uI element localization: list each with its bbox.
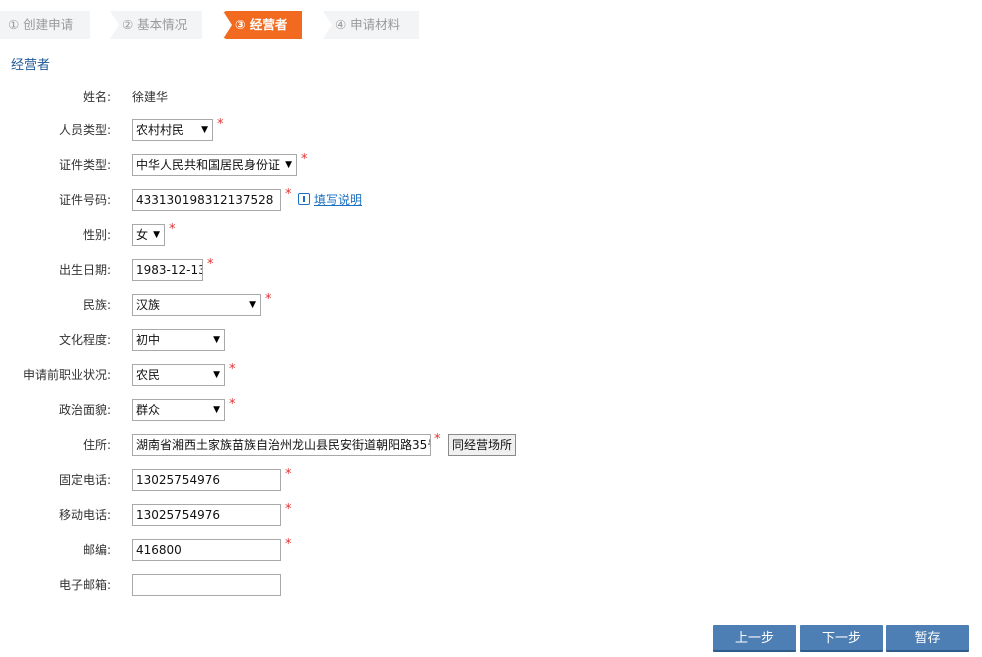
required-mark: * bbox=[301, 152, 308, 167]
mobile-label: 移动电话: bbox=[58, 508, 111, 522]
chevron-down-icon: ▼ bbox=[153, 230, 160, 240]
step-materials[interactable]: ④ 申请材料 bbox=[323, 11, 419, 39]
person-type-select[interactable]: 农村村民 ▼ bbox=[132, 119, 213, 141]
fill-instructions-link[interactable]: 填写说明 bbox=[298, 189, 362, 211]
prev-step-button[interactable]: 上一步 bbox=[713, 625, 796, 652]
row-email: 电子邮箱: bbox=[0, 574, 982, 596]
row-gender: 性别: 女 ▼ * bbox=[0, 222, 982, 246]
chevron-down-icon: ▼ bbox=[213, 335, 220, 345]
prior-occupation-select[interactable]: 农民 ▼ bbox=[132, 364, 225, 386]
ethnicity-select[interactable]: 汉族 ▼ bbox=[132, 294, 261, 316]
required-mark: * bbox=[169, 222, 176, 237]
mobile-input[interactable]: 13025754976 bbox=[132, 504, 281, 526]
row-political-status: 政治面貌: 群众 ▼ * bbox=[0, 397, 982, 421]
row-landline: 固定电话: 13025754976 * bbox=[0, 467, 982, 491]
id-type-label: 证件类型: bbox=[58, 158, 111, 172]
required-mark: * bbox=[285, 502, 292, 517]
row-person-type: 人员类型: 农村村民 ▼ * bbox=[0, 117, 982, 141]
landline-label: 固定电话: bbox=[58, 473, 111, 487]
step-progress: ① 创建申请 ② 基本情况 ③ 经营者 ④ 申请材料 bbox=[0, 11, 440, 39]
email-input[interactable] bbox=[132, 574, 281, 596]
chevron-down-icon: ▼ bbox=[213, 405, 220, 415]
step-create-application[interactable]: ① 创建申请 bbox=[0, 11, 90, 39]
postcode-input[interactable]: 416800 bbox=[132, 539, 281, 561]
gender-select[interactable]: 女 ▼ bbox=[132, 224, 165, 246]
next-step-button[interactable]: 下一步 bbox=[800, 625, 883, 652]
gender-label: 性别: bbox=[82, 228, 111, 242]
section-title: 经营者 bbox=[11, 58, 51, 73]
row-id-type: 证件类型: 中华人民共和国居民身份证 ▼ * bbox=[0, 152, 982, 176]
id-type-select[interactable]: 中华人民共和国居民身份证 ▼ bbox=[132, 154, 297, 176]
chevron-down-icon: ▼ bbox=[285, 160, 292, 170]
step-operator[interactable]: ③ 经营者 bbox=[223, 11, 302, 39]
political-status-label: 政治面貌: bbox=[58, 403, 111, 417]
required-mark: * bbox=[265, 292, 272, 307]
landline-input[interactable]: 13025754976 bbox=[132, 469, 281, 491]
ethnicity-label: 民族: bbox=[82, 298, 111, 312]
step-label: ① 创建申请 bbox=[8, 17, 74, 32]
id-number-input[interactable]: 433130198312137528 bbox=[132, 189, 281, 211]
political-status-select[interactable]: 群众 ▼ bbox=[132, 399, 225, 421]
required-mark: * bbox=[285, 537, 292, 552]
required-mark: * bbox=[285, 187, 292, 202]
book-icon bbox=[298, 193, 310, 205]
required-mark: * bbox=[229, 397, 236, 412]
row-birth-date: 出生日期: 1983-12-13 * bbox=[0, 257, 982, 281]
prior-occupation-label: 申请前职业状况: bbox=[22, 368, 111, 382]
education-select[interactable]: 初中 ▼ bbox=[132, 329, 225, 351]
save-draft-button[interactable]: 暂存 bbox=[886, 625, 969, 652]
row-prior-occupation: 申请前职业状况: 农民 ▼ * bbox=[0, 362, 982, 386]
id-number-label: 证件号码: bbox=[58, 193, 111, 207]
email-label: 电子邮箱: bbox=[58, 578, 111, 592]
birth-date-label: 出生日期: bbox=[58, 263, 111, 277]
required-mark: * bbox=[229, 362, 236, 377]
postcode-label: 邮编: bbox=[82, 543, 111, 557]
education-label: 文化程度: bbox=[58, 333, 111, 347]
row-mobile: 移动电话: 13025754976 * bbox=[0, 502, 982, 526]
step-label: ③ 经营者 bbox=[235, 17, 288, 32]
address-label: 住所: bbox=[82, 438, 111, 452]
row-id-number: 证件号码: 433130198312137528 * 填写说明 bbox=[0, 187, 982, 211]
birth-date-input[interactable]: 1983-12-13 bbox=[132, 259, 203, 281]
same-as-business-address-button[interactable]: 同经营场所 bbox=[448, 434, 517, 456]
name-value: 徐建华 bbox=[132, 90, 169, 104]
name-label: 姓名: bbox=[82, 90, 111, 104]
chevron-down-icon: ▼ bbox=[213, 370, 220, 380]
row-address: 住所: 湖南省湘西土家族苗族自治州龙山县民安街道朝阳路35号 * 同经营场所 bbox=[0, 432, 982, 456]
row-ethnicity: 民族: 汉族 ▼ * bbox=[0, 292, 982, 316]
row-education: 文化程度: 初中 ▼ bbox=[0, 329, 982, 351]
step-label: ④ 申请材料 bbox=[335, 17, 401, 32]
address-input[interactable]: 湖南省湘西土家族苗族自治州龙山县民安街道朝阳路35号 bbox=[132, 434, 431, 456]
step-label: ② 基本情况 bbox=[122, 17, 188, 32]
chevron-down-icon: ▼ bbox=[249, 300, 256, 310]
row-name: 姓名: 徐建华 bbox=[0, 86, 982, 108]
required-mark: * bbox=[434, 432, 441, 447]
required-mark: * bbox=[207, 257, 214, 272]
required-mark: * bbox=[285, 467, 292, 482]
row-postcode: 邮编: 416800 * bbox=[0, 537, 982, 561]
chevron-down-icon: ▼ bbox=[201, 125, 208, 135]
required-mark: * bbox=[217, 117, 224, 132]
person-type-label: 人员类型: bbox=[58, 123, 111, 137]
step-basic-info[interactable]: ② 基本情况 bbox=[110, 11, 202, 39]
